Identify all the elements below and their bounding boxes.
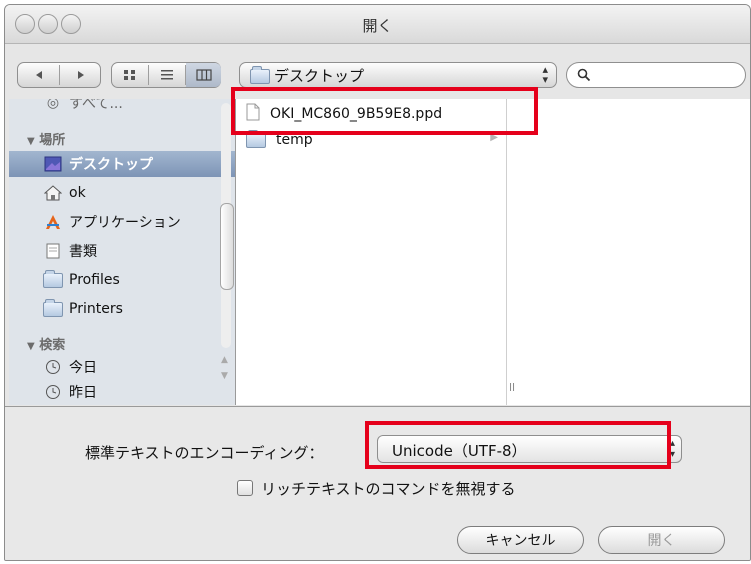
file-column-1: OKI_MC860_9B59E8.ppd temp ▶ xyxy=(236,99,507,405)
cancel-button[interactable]: キャンセル xyxy=(457,526,584,554)
folder-icon xyxy=(250,66,270,88)
sidebar-item-all-label: すべて... xyxy=(69,99,123,112)
sidebar-item-home[interactable]: ok xyxy=(43,181,86,205)
ignore-rich-text-checkbox[interactable] xyxy=(237,480,253,496)
search-header[interactable]: ▼ 検索 xyxy=(27,334,65,353)
updown-arrows-icon: ▴ ▾ xyxy=(542,63,548,86)
list-view-icon xyxy=(161,70,173,80)
window-title: 開く xyxy=(362,17,393,35)
sidebar-item-home-label: ok xyxy=(69,185,86,201)
documents-icon xyxy=(43,242,63,260)
highlight-box-file xyxy=(231,87,538,135)
sidebar-item-all[interactable]: ◎ すべて... xyxy=(43,99,123,115)
search-icon xyxy=(577,68,591,82)
sidebar-item-today[interactable]: 今日 xyxy=(43,355,97,379)
sidebar-item-applications-label: アプリケーション xyxy=(69,215,181,231)
file-column-2: ll xyxy=(507,99,750,405)
sidebar-item-profiles[interactable]: Profiles xyxy=(43,268,120,292)
applications-icon xyxy=(43,213,63,231)
location-label: デスクトップ xyxy=(274,67,365,85)
column-view-button[interactable] xyxy=(186,63,221,87)
sidebar-item-profiles-label: Profiles xyxy=(69,272,120,288)
forward-arrow-icon xyxy=(77,71,84,79)
search-header-label: 検索 xyxy=(39,338,66,353)
sidebar-item-yesterday-label: 昨日 xyxy=(69,385,97,401)
disclosure-triangle-icon: ▼ xyxy=(27,136,35,147)
scroll-up-arrow-icon[interactable]: ▲ xyxy=(221,355,228,365)
disclosure-triangle-icon: ▼ xyxy=(27,341,35,352)
sidebar-item-desktop-label: デスクトップ xyxy=(69,157,153,173)
sidebar-scroll-thumb[interactable] xyxy=(220,203,234,290)
sidebar-item-desktop[interactable]: デスクトップ xyxy=(43,152,153,176)
title-bar: 開く xyxy=(5,5,750,44)
search-input[interactable] xyxy=(595,66,739,83)
clock-icon xyxy=(43,358,63,376)
icon-view-button[interactable] xyxy=(112,63,148,87)
sidebar-item-applications[interactable]: アプリケーション xyxy=(43,210,181,234)
forward-button[interactable] xyxy=(60,63,101,87)
sidebar-item-today-label: 今日 xyxy=(69,360,97,376)
folder-icon xyxy=(43,269,63,289)
folder-icon xyxy=(43,298,63,318)
desktop-icon xyxy=(43,155,63,173)
nav-buttons xyxy=(17,62,101,88)
view-mode-buttons xyxy=(111,62,221,88)
sidebar-item-printers-label: Printers xyxy=(69,301,123,317)
open-button[interactable]: 開く xyxy=(598,526,725,554)
open-dialog-window: 開く デスクトップ ▴ ▾ ◎ すべて... ▼ 場所 デスクトップ ok アプ… xyxy=(4,4,751,561)
column-view-icon xyxy=(195,69,212,81)
places-header-label: 場所 xyxy=(39,133,66,148)
scroll-down-arrow-icon[interactable]: ▼ xyxy=(221,371,228,381)
ignore-rich-text-label[interactable]: リッチテキストのコマンドを無視する xyxy=(261,478,516,499)
back-arrow-icon xyxy=(35,71,42,79)
home-icon xyxy=(43,184,63,202)
sidebar-item-documents-label: 書類 xyxy=(69,244,97,260)
location-popup[interactable]: デスクトップ ▴ ▾ xyxy=(239,62,557,88)
places-header[interactable]: ▼ 場所 xyxy=(27,129,65,148)
search-field[interactable] xyxy=(566,62,746,88)
sidebar-item-printers[interactable]: Printers xyxy=(43,297,123,321)
icon-view-icon xyxy=(124,70,135,80)
sidebar: ◎ すべて... ▼ 場所 デスクトップ ok アプリケーション 書類 Prof… xyxy=(9,99,236,405)
all-items-icon: ◎ xyxy=(46,99,60,111)
clock-icon xyxy=(43,383,63,401)
back-button[interactable] xyxy=(18,63,59,87)
encoding-label: 標準テキストのエンコーディング： xyxy=(85,444,324,462)
highlight-box-encoding xyxy=(365,421,671,469)
list-view-button[interactable] xyxy=(149,63,185,87)
sidebar-scrollbar[interactable]: ▲ ▼ xyxy=(218,103,234,399)
sidebar-item-yesterday[interactable]: 昨日 xyxy=(43,380,97,404)
options-panel: 標準テキストのエンコーディング： Unicode（UTF-8） ▴ ▾ リッチテキ… xyxy=(5,406,750,560)
column-resize-handle-icon[interactable]: ll xyxy=(509,381,515,394)
sidebar-item-documents[interactable]: 書類 xyxy=(43,239,97,263)
